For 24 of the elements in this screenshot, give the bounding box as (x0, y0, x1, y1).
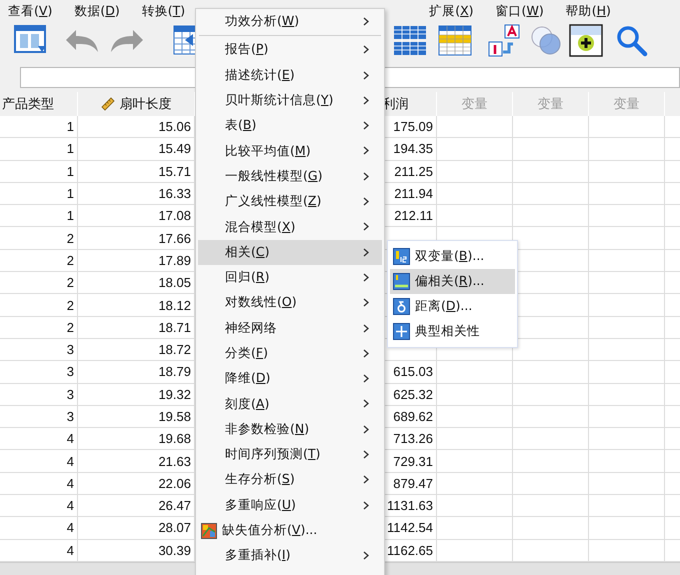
table-cell: 2 (0, 227, 78, 250)
column-header: 变量 (538, 96, 564, 113)
table-cell: 4 (0, 472, 78, 496)
table-cell: 1 (0, 160, 78, 183)
table-cell: 4 (0, 495, 78, 518)
table-cell: 2 (0, 316, 78, 339)
column-header: 变量 (614, 96, 640, 113)
table-cell: 4 (0, 428, 78, 450)
column-header: 扇叶长度 (100, 95, 172, 113)
column-header: 变量 (462, 96, 488, 113)
table-cell: 3 (0, 384, 78, 406)
table-cell: 4 (0, 450, 78, 473)
table-cell: 1 (0, 182, 78, 206)
table-cell: 1 (0, 138, 78, 161)
table-cell: 2 (0, 272, 78, 294)
table-cell: 3 (0, 338, 78, 362)
table-cell: 1 (0, 116, 78, 138)
column-header: 产品类型 (2, 96, 54, 113)
table-cell: 4 (0, 517, 78, 540)
table-cell: 1 (0, 205, 78, 228)
table-cell: 2 (0, 250, 78, 272)
table-cell: 3 (0, 406, 78, 428)
table-cell: 2 (0, 294, 78, 317)
table-cell: 3 (0, 361, 78, 384)
